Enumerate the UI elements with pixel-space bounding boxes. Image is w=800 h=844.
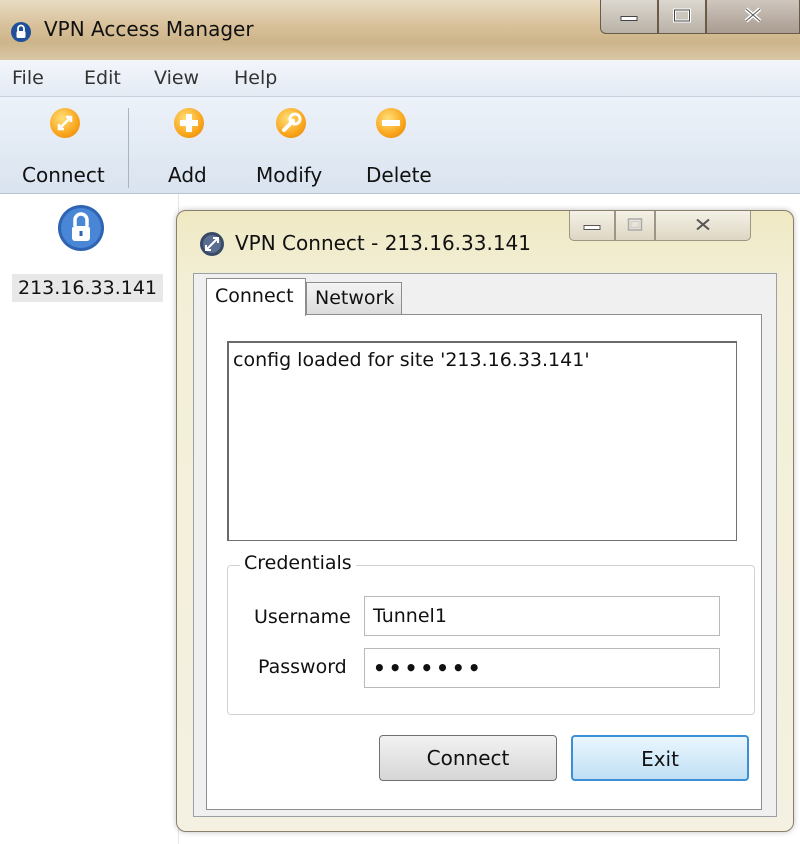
connect-button[interactable]: Connect bbox=[379, 735, 557, 781]
maximize-button[interactable] bbox=[658, 0, 706, 34]
credentials-legend: Credentials bbox=[240, 552, 356, 574]
dialog-close-button[interactable] bbox=[655, 211, 751, 241]
credentials-group: Credentials Username Tunnel1 Password ••… bbox=[227, 552, 755, 715]
menu-view[interactable]: View bbox=[154, 67, 199, 89]
minimize-icon bbox=[620, 7, 638, 26]
menu-file[interactable]: File bbox=[12, 67, 44, 89]
modify-toolbar-label: Modify bbox=[256, 163, 323, 187]
add-toolbar-button[interactable]: Add bbox=[150, 97, 230, 193]
close-icon bbox=[694, 216, 712, 235]
maximize-icon bbox=[627, 216, 643, 235]
close-icon bbox=[743, 6, 763, 27]
dialog-title: VPN Connect - 213.16.33.141 bbox=[235, 231, 532, 255]
menu-edit[interactable]: Edit bbox=[84, 67, 121, 89]
add-toolbar-label: Add bbox=[168, 163, 207, 187]
modify-toolbar-button[interactable]: Modify bbox=[244, 97, 344, 193]
vpn-access-manager-window: VPN Access Manager File Edit View Help C… bbox=[0, 0, 800, 844]
dialog-minimize-button[interactable] bbox=[569, 211, 615, 241]
toolbar: Connect Add Modify Delete bbox=[0, 97, 800, 194]
connect-toolbar-label: Connect bbox=[22, 163, 105, 187]
minimize-icon bbox=[583, 216, 601, 235]
password-label: Password bbox=[258, 656, 347, 678]
connect-icon bbox=[50, 108, 80, 138]
vpn-connect-dialog: VPN Connect - 213.16.33.141 Connect Netw… bbox=[176, 210, 794, 832]
username-field[interactable]: Tunnel1 bbox=[364, 596, 720, 636]
window-controls bbox=[600, 0, 800, 40]
window-title: VPN Access Manager bbox=[44, 17, 254, 41]
menu-bar: File Edit View Help bbox=[0, 60, 800, 97]
username-label: Username bbox=[254, 606, 351, 628]
tab-network-label: Network bbox=[315, 287, 395, 309]
vpn-connect-icon bbox=[199, 231, 225, 257]
padlock-icon bbox=[10, 21, 32, 43]
tab-connect[interactable]: Connect bbox=[206, 278, 306, 316]
delete-icon bbox=[376, 108, 406, 138]
padlock-icon bbox=[57, 204, 105, 252]
tab-network[interactable]: Network bbox=[306, 282, 402, 314]
dialog-maximize-button[interactable] bbox=[615, 211, 655, 241]
password-field[interactable]: ••••••• bbox=[364, 648, 720, 688]
site-item-label: 213.16.33.141 bbox=[12, 274, 164, 302]
maximize-icon bbox=[673, 7, 691, 26]
add-icon bbox=[174, 108, 204, 138]
connect-toolbar-button[interactable]: Connect bbox=[0, 97, 128, 193]
exit-button[interactable]: Exit bbox=[571, 735, 749, 781]
log-line: config loaded for site '213.16.33.141' bbox=[233, 349, 590, 371]
tab-connect-label: Connect bbox=[215, 285, 294, 307]
wrench-icon bbox=[276, 108, 306, 138]
delete-toolbar-label: Delete bbox=[366, 163, 432, 187]
menu-help[interactable]: Help bbox=[234, 67, 277, 89]
log-output[interactable]: config loaded for site '213.16.33.141' bbox=[227, 341, 737, 541]
delete-toolbar-button[interactable]: Delete bbox=[358, 97, 448, 193]
minimize-button[interactable] bbox=[600, 0, 658, 34]
toolbar-separator bbox=[128, 108, 129, 188]
site-list: 213.16.33.141 bbox=[0, 194, 179, 844]
close-button[interactable] bbox=[706, 0, 800, 34]
title-bar[interactable]: VPN Access Manager bbox=[0, 0, 800, 60]
